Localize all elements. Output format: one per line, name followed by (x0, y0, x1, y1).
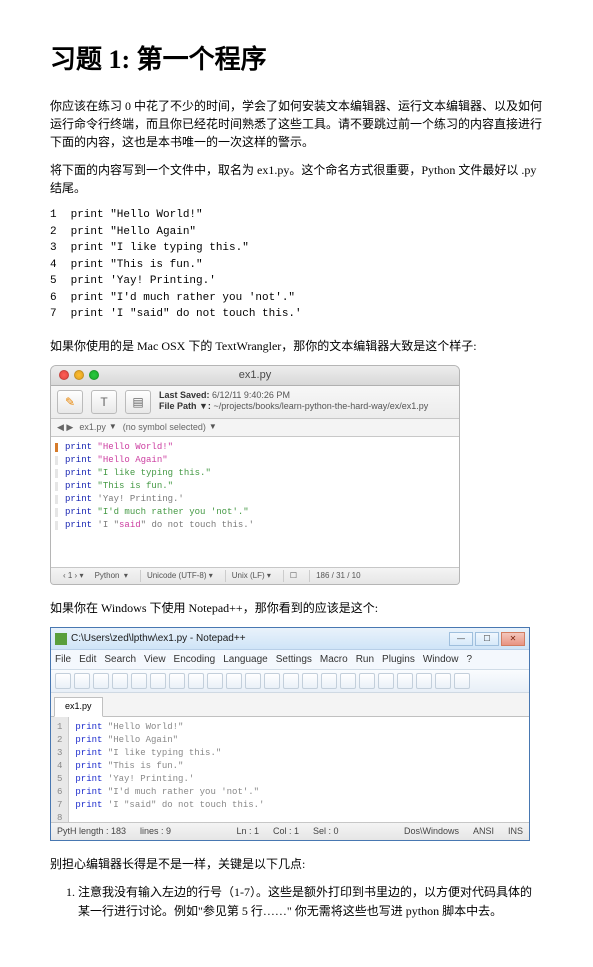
notepadpp-window: C:\Users\zed\lpthw\ex1.py - Notepad++ — … (50, 627, 530, 841)
toolbar-btn[interactable] (397, 673, 413, 689)
mac-statusbar: ‹ 1 › ▾ Python ▾ Unicode (UTF-8) ▾ Unix … (51, 567, 459, 584)
textwrangler-window: ex1.py ✎ T ▤ Last Saved: 6/12/11 9:40:26… (50, 365, 460, 586)
toolbar-btn[interactable] (112, 673, 128, 689)
toolbar-btn[interactable] (302, 673, 318, 689)
win-statusbar: PytH length : 183lines : 9 Ln : 1Col : 1… (51, 822, 529, 841)
minimize-icon[interactable]: — (449, 632, 473, 646)
toolbar-btn[interactable] (226, 673, 242, 689)
mac-editor[interactable]: print "Hello World!" print "Hello Again"… (51, 437, 459, 567)
win-menubar[interactable]: File Edit Search View Encoding Language Settin… (51, 650, 529, 670)
menu-file[interactable]: File (55, 654, 71, 665)
toolbar-btn[interactable] (454, 673, 470, 689)
page-title: 习题 1: 第一个程序 (50, 40, 543, 79)
mac-pathbar: ◀ ▶ ex1.py ▼ (no symbol selected) ▼ (51, 419, 459, 438)
code-area: print "Hello World!" print "Hello Again"… (69, 717, 529, 822)
win-tabs: ex1.py (51, 693, 529, 717)
menu-run[interactable]: Run (356, 654, 374, 665)
toolbar-btn[interactable] (245, 673, 261, 689)
toolbar-btn[interactable] (207, 673, 223, 689)
win-titlebar: C:\Users\zed\lpthw\ex1.py - Notepad++ — … (51, 628, 529, 650)
menu-plugins[interactable]: Plugins (382, 654, 415, 665)
doc-icon[interactable]: ▤ (125, 390, 151, 414)
toolbar-btn[interactable] (188, 673, 204, 689)
toolbar-btn[interactable] (74, 673, 90, 689)
nav-arrows[interactable]: ◀ ▶ (57, 421, 73, 435)
app-icon (55, 633, 67, 645)
toolbar-btn[interactable] (264, 673, 280, 689)
paragraph: 如果你在 Windows 下使用 Notepad++，那你看到的应该是这个: (50, 599, 543, 617)
code-listing: 1 print "Hello World!" 2 print "Hello Ag… (50, 207, 543, 323)
toolbar-btn[interactable] (93, 673, 109, 689)
toolbar-btn[interactable] (435, 673, 451, 689)
toolbar-btn[interactable] (150, 673, 166, 689)
paragraph: 别担心编辑器长得是不是一样，关键是以下几点: (50, 855, 543, 873)
mac-titlebar: ex1.py (51, 366, 459, 386)
text-tool-icon[interactable]: T (91, 390, 117, 414)
gutter: 12345678 (51, 717, 69, 822)
file-info: Last Saved: 6/12/11 9:40:26 PM File Path… (159, 390, 428, 413)
window-title: ex1.py (51, 367, 459, 384)
toolbar-btn[interactable] (416, 673, 432, 689)
menu-search[interactable]: Search (104, 654, 136, 665)
toolbar-btn[interactable] (131, 673, 147, 689)
menu-edit[interactable]: Edit (79, 654, 96, 665)
pencil-icon[interactable]: ✎ (57, 390, 83, 414)
win-editor[interactable]: 12345678 print "Hello World!" print "Hel… (51, 717, 529, 822)
paragraph: 你应该在练习 0 中花了不少的时间，学会了如何安装文本编辑器、运行文本编辑器、以… (50, 97, 543, 151)
toolbar-btn[interactable] (169, 673, 185, 689)
toolbar-btn[interactable] (359, 673, 375, 689)
maximize-icon[interactable]: ☐ (475, 632, 499, 646)
paragraph: 将下面的内容写到一个文件中，取名为 ex1.py。这个命名方式很重要，Pytho… (50, 161, 543, 197)
list-item: 注意我没有输入左边的行号（1-7）。这些是额外打印到书里边的，以方便对代码具体的… (78, 883, 543, 921)
close-icon[interactable]: ✕ (501, 632, 525, 646)
paragraph: 如果你使用的是 Mac OSX 下的 TextWrangler，那你的文本编辑器… (50, 337, 543, 355)
tab-ex1[interactable]: ex1.py (54, 697, 103, 717)
notes-list: 注意我没有输入左边的行号（1-7）。这些是额外打印到书里边的，以方便对代码具体的… (78, 883, 543, 921)
menu-language[interactable]: Language (223, 654, 268, 665)
toolbar-btn[interactable] (321, 673, 337, 689)
toolbar-btn[interactable] (340, 673, 356, 689)
menu-encoding[interactable]: Encoding (174, 654, 216, 665)
file-dropdown[interactable]: ex1.py ▼ (79, 421, 116, 435)
toolbar-btn[interactable] (283, 673, 299, 689)
menu-macro[interactable]: Macro (320, 654, 348, 665)
menu-view[interactable]: View (144, 654, 166, 665)
mac-toolbar: ✎ T ▤ Last Saved: 6/12/11 9:40:26 PM Fil… (51, 386, 459, 419)
menu-window[interactable]: Window (423, 654, 459, 665)
menu-settings[interactable]: Settings (276, 654, 312, 665)
symbol-dropdown[interactable]: (no symbol selected) ▼ (123, 421, 217, 435)
toolbar-btn[interactable] (55, 673, 71, 689)
menu-?[interactable]: ? (466, 654, 472, 665)
toolbar-btn[interactable] (378, 673, 394, 689)
win-toolbar[interactable] (51, 670, 529, 693)
